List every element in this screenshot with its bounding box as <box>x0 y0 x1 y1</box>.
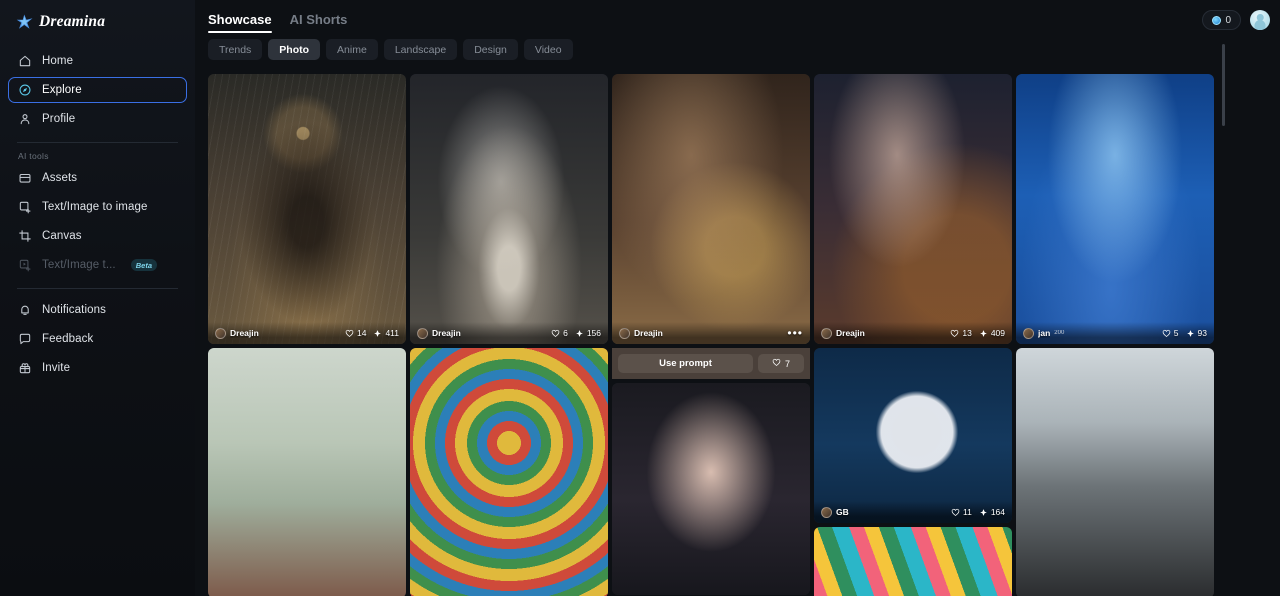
chip-anime[interactable]: Anime <box>326 39 378 60</box>
sidebar-item-explore-label: Explore <box>42 84 82 96</box>
sidebar-item-notifications-label: Notifications <box>42 304 106 316</box>
grid-column: Dreajin 13 409 GB 11 164 <box>814 74 1012 596</box>
card-artwork <box>208 348 406 596</box>
card-artwork <box>410 74 608 344</box>
video-plus-icon <box>19 259 31 272</box>
avatar[interactable] <box>1250 10 1270 30</box>
main-content: Showcase AI Shorts Trends Photo Anime La… <box>195 0 1280 596</box>
card-artwork <box>814 74 1012 344</box>
grid-column: Dreajin 14 411 <box>208 74 406 596</box>
sidebar-item-feedback-label: Feedback <box>42 333 94 345</box>
sidebar-item-text-image-to-video-label: Text/Image t... <box>42 259 116 271</box>
gift-icon <box>19 363 31 374</box>
bell-icon <box>21 305 29 315</box>
grid-column: Dreajin 6 156 <box>410 74 608 596</box>
canvas-frame-icon <box>19 230 31 242</box>
sidebar-item-assets-label: Assets <box>42 172 78 184</box>
sidebar-item-explore[interactable]: Explore <box>8 77 187 103</box>
showcase-tabs: Showcase AI Shorts <box>195 0 1280 33</box>
grid-column: Dreajin ••• Use prompt 7 <box>612 74 810 596</box>
showcase-card[interactable]: GB 11 164 <box>814 348 1012 523</box>
sidebar-footer-nav: Notifications Feedback Invite <box>8 297 187 381</box>
beta-badge: Beta <box>130 259 157 271</box>
card-artwork <box>1016 74 1214 344</box>
use-prompt-button[interactable]: Use prompt <box>618 354 753 373</box>
sidebar-divider-bottom <box>17 288 178 289</box>
card-hover-actions: Use prompt 7 <box>612 348 810 379</box>
header-actions: 0 <box>1202 10 1270 30</box>
sidebar-section-ai-tools: AI tools <box>18 151 49 161</box>
showcase-card[interactable]: Dreajin ••• <box>612 74 810 344</box>
card-artwork <box>1016 348 1214 596</box>
showcase-card[interactable]: Dreajin 14 411 <box>208 74 406 344</box>
chip-trends[interactable]: Trends <box>208 39 263 60</box>
user-icon <box>20 114 30 125</box>
card-artwork <box>612 74 810 344</box>
chip-video[interactable]: Video <box>523 39 573 60</box>
tab-ai-shorts[interactable]: AI Shorts <box>290 12 348 33</box>
sidebar-item-assets[interactable]: Assets <box>8 165 187 191</box>
masonry-grid: Dreajin 14 411 Dreajin 6 156 Dreajin ••• Use pro… <box>208 74 1218 596</box>
card-artwork <box>612 383 810 595</box>
credits-value: 0 <box>1225 14 1231 26</box>
chip-design[interactable]: Design <box>463 39 518 60</box>
card-artwork <box>814 527 1012 596</box>
brand-logo[interactable]: Dreamina <box>8 0 187 44</box>
sidebar-primary-nav: Home Explore Profile <box>8 48 187 132</box>
showcase-card[interactable] <box>814 527 1012 596</box>
showcase-card[interactable] <box>612 383 810 595</box>
chat-icon <box>19 333 31 345</box>
vertical-scrollbar[interactable] <box>1222 44 1225 126</box>
sidebar-item-canvas[interactable]: Canvas <box>8 223 187 249</box>
like-button[interactable]: 7 <box>758 354 804 373</box>
sidebar-item-feedback[interactable]: Feedback <box>8 326 187 352</box>
sidebar-divider-top <box>17 142 178 143</box>
sidebar: Dreamina Home Explore Profile AI tools A… <box>0 0 195 596</box>
home-icon <box>19 55 31 67</box>
showcase-card[interactable]: Dreajin 6 156 <box>410 74 608 344</box>
showcase-card[interactable] <box>208 348 406 596</box>
showcase-card[interactable]: jan 200 5 93 <box>1016 74 1214 344</box>
card-artwork <box>814 348 1012 523</box>
sidebar-item-text-image-to-image-label: Text/Image to image <box>42 201 148 213</box>
sidebar-item-invite-label: Invite <box>42 362 71 374</box>
showcase-grid: Dreajin 14 411 Dreajin 6 156 Dreajin ••• Use pro… <box>208 74 1280 596</box>
compass-icon <box>19 84 31 96</box>
folder-icon <box>19 173 31 183</box>
showcase-card[interactable] <box>410 348 608 596</box>
sidebar-item-profile-label: Profile <box>42 113 76 125</box>
tab-showcase[interactable]: Showcase <box>208 12 272 33</box>
card-artwork <box>208 74 406 344</box>
chip-landscape[interactable]: Landscape <box>383 39 458 60</box>
grid-column: jan 200 5 93 <box>1016 74 1214 596</box>
app-root: Dreamina Home Explore Profile AI tools A… <box>0 0 1280 596</box>
sidebar-item-invite[interactable]: Invite <box>8 355 187 381</box>
sidebar-item-home-label: Home <box>42 55 74 67</box>
sidebar-item-notifications[interactable]: Notifications <box>8 297 187 323</box>
credit-coin-icon <box>1212 15 1222 25</box>
credits-badge[interactable]: 0 <box>1202 10 1241 30</box>
sidebar-item-canvas-label: Canvas <box>42 230 82 242</box>
sidebar-item-text-image-to-video[interactable]: Text/Image t... Beta <box>8 252 187 278</box>
card-artwork <box>410 348 608 596</box>
brand-name: Dreamina <box>39 13 106 30</box>
sidebar-tools-nav: Assets Text/Image to image Canvas Text/I… <box>8 165 187 278</box>
category-filter-chips: Trends Photo Anime Landscape Design Vide… <box>195 33 1280 60</box>
sparkle-star-icon <box>16 14 33 29</box>
showcase-card[interactable] <box>1016 348 1214 596</box>
image-plus-icon <box>19 201 31 214</box>
chip-photo[interactable]: Photo <box>268 39 321 60</box>
sidebar-item-home[interactable]: Home <box>8 48 187 74</box>
heart-icon <box>772 358 781 369</box>
sidebar-item-profile[interactable]: Profile <box>8 106 187 132</box>
showcase-card[interactable]: Dreajin 13 409 <box>814 74 1012 344</box>
sidebar-item-text-image-to-image[interactable]: Text/Image to image <box>8 194 187 220</box>
